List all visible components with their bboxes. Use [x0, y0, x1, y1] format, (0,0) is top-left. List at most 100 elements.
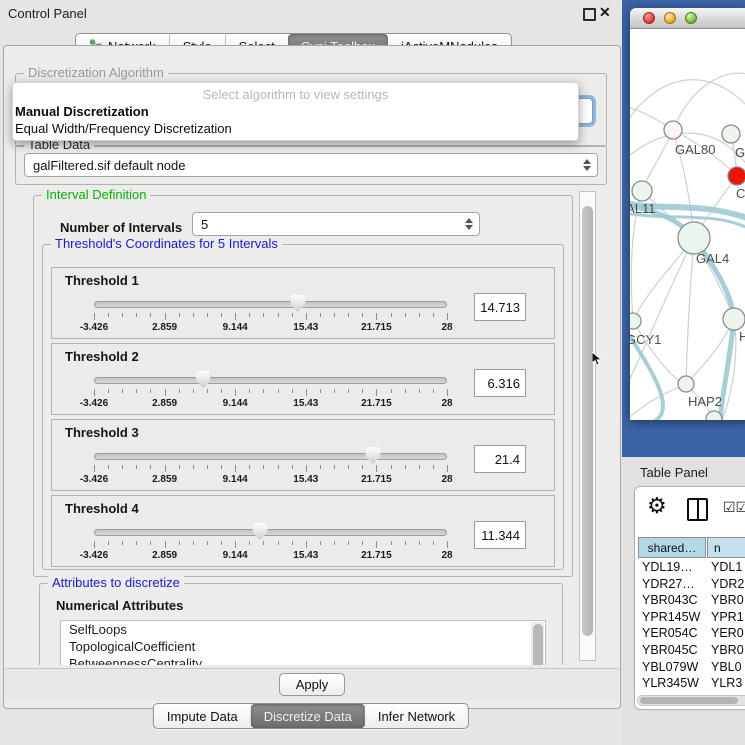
slider-track[interactable] [94, 453, 447, 460]
table-row[interactable]: YLR345WYLR3 [635, 675, 745, 692]
slider-track[interactable] [94, 301, 447, 308]
network-edge[interactable] [630, 238, 694, 389]
slider-thumb[interactable] [252, 523, 267, 540]
checkbox-icons[interactable]: ☑☑ [723, 499, 745, 516]
table-row[interactable]: YBR045CYBR0 [635, 642, 745, 659]
network-node[interactable] [664, 121, 682, 139]
table-row[interactable]: YER054CYER0 [635, 625, 745, 642]
slider-tick [419, 313, 420, 317]
column-header-name[interactable]: n [707, 537, 745, 558]
network-node[interactable] [722, 125, 740, 143]
threshold-value-field[interactable]: 11.344 [474, 521, 526, 549]
table-horizontal-scrollbar-thumb[interactable] [640, 697, 738, 704]
network-node[interactable] [728, 167, 745, 185]
tab-discretize-data[interactable]: Discretize Data [251, 704, 365, 728]
apply-strip: Apply [5, 668, 619, 701]
slider-tick [334, 465, 335, 469]
attribute-list-item[interactable]: BetweennessCentrality [61, 655, 545, 665]
numerical-attributes-label: Numerical Attributes [56, 598, 183, 613]
threshold-value-field[interactable]: 21.4 [474, 445, 526, 473]
popup-option-equal-width-frequency[interactable]: Equal Width/Frequency Discretization [15, 121, 232, 136]
network-edge[interactable] [686, 238, 694, 384]
panel-title: Control Panel [8, 6, 87, 21]
slider-tick-label: 21.715 [361, 398, 392, 409]
panel-scrollbar[interactable] [579, 191, 596, 661]
threshold-slider-1[interactable]: -3.4262.8599.14415.4321.71528 [94, 268, 447, 340]
slider-tick-label: 21.715 [361, 322, 392, 333]
table-data-combobox[interactable]: galFiltered.sif default node [24, 153, 598, 177]
tab-infer-network[interactable]: Infer Network [365, 704, 468, 728]
table-horizontal-scrollbar[interactable] [637, 695, 745, 706]
slider-tick [306, 465, 307, 472]
slider-thumb[interactable] [196, 371, 211, 388]
slider-tick [108, 389, 109, 393]
list-scrollbar-thumb[interactable] [533, 624, 543, 665]
slider-tick [447, 313, 448, 320]
slider-tick [221, 541, 222, 545]
network-node[interactable] [678, 222, 710, 254]
float-window-icon[interactable] [583, 8, 596, 21]
network-canvas[interactable]: GAL80GCGAL11GAL4GCY1HHAP2 [630, 29, 745, 420]
slider-thumb[interactable] [290, 295, 305, 312]
slider-tick-label: -3.426 [80, 322, 108, 333]
numerical-attributes-list[interactable]: SelfLoopsTopologicalCoefficientBetweenne… [60, 620, 546, 665]
zoom-traffic-light-icon[interactable] [685, 12, 697, 24]
slider-tick [391, 389, 392, 393]
table-row[interactable]: YBR043CYBR0 [635, 592, 745, 609]
table-row[interactable]: YDL19…YDL1 [635, 559, 745, 576]
tab-impute-data[interactable]: Impute Data [154, 704, 251, 728]
slider-tick [292, 541, 293, 545]
slider-thumb[interactable] [365, 447, 380, 464]
popup-option-manual-discretization[interactable]: Manual Discretization [15, 104, 149, 119]
slider-tick [306, 313, 307, 320]
cell-name: YDR2 [711, 577, 744, 591]
panel-scrollbar-thumb[interactable] [582, 206, 593, 636]
number-of-intervals-combobox[interactable]: 5 [192, 212, 480, 236]
slider-tick [221, 313, 222, 317]
network-edge[interactable] [630, 80, 745, 124]
slider-track[interactable] [94, 529, 447, 536]
slider-tick [447, 541, 448, 548]
threshold-value-field[interactable]: 6.316 [474, 369, 526, 397]
slider-tick-label: 15.43 [293, 550, 318, 561]
network-window-titlebar[interactable] [630, 8, 745, 29]
attribute-list-item[interactable]: SelfLoops [61, 621, 545, 638]
table-panel: Table Panel ⚙ ☑☑ shared… n YDL19…YDL1YDR… [622, 457, 745, 745]
apply-button[interactable]: Apply [279, 673, 345, 696]
slider-tick [433, 541, 434, 545]
threshold-slider-3[interactable]: -3.4262.8599.14415.4321.71528 [94, 420, 447, 492]
table-row[interactable]: YPR145WYPR1 [635, 609, 745, 626]
list-scrollbar[interactable] [531, 622, 544, 665]
slider-track[interactable] [94, 377, 447, 384]
table-row[interactable]: YBL079WYBL0 [635, 659, 745, 676]
slider-tick [94, 541, 95, 548]
threshold-slider-4[interactable]: -3.4262.8599.14415.4321.71528 [94, 496, 447, 568]
slider-tick [150, 389, 151, 393]
network-node[interactable] [723, 308, 745, 330]
slider-tick [376, 389, 377, 396]
slider-tick [235, 313, 236, 320]
gear-icon[interactable]: ⚙ [647, 495, 667, 517]
network-node[interactable] [630, 313, 641, 329]
column-header-shared[interactable]: shared… [638, 537, 706, 558]
screen: Control Panel ✕ NetworkStyleSelectCyni T… [0, 0, 745, 745]
network-node[interactable] [632, 181, 652, 201]
slider-tick [433, 389, 434, 393]
minimize-traffic-light-icon[interactable] [664, 12, 676, 24]
threshold-slider-2[interactable]: -3.4262.8599.14415.4321.71528 [94, 344, 447, 416]
slider-tick [391, 541, 392, 545]
threshold-value-field[interactable]: 14.713 [474, 293, 526, 321]
attribute-list-item[interactable]: TopologicalCoefficient [61, 638, 545, 655]
bottom-tab-bar: Impute DataDiscretize DataInfer Network [153, 703, 469, 729]
network-node[interactable] [678, 376, 694, 392]
slider-tick [150, 313, 151, 317]
split-columns-icon[interactable] [687, 498, 708, 521]
close-traffic-light-icon[interactable] [643, 12, 655, 24]
slider-tick [179, 313, 180, 317]
slider-tick [94, 465, 95, 472]
close-icon[interactable]: ✕ [599, 4, 611, 21]
algorithm-dropdown-popup: Select algorithm to view settings Manual… [12, 82, 579, 141]
slider-tick [362, 389, 363, 393]
table-row[interactable]: YDR27…YDR2 [635, 576, 745, 593]
slider-tick [362, 313, 363, 317]
